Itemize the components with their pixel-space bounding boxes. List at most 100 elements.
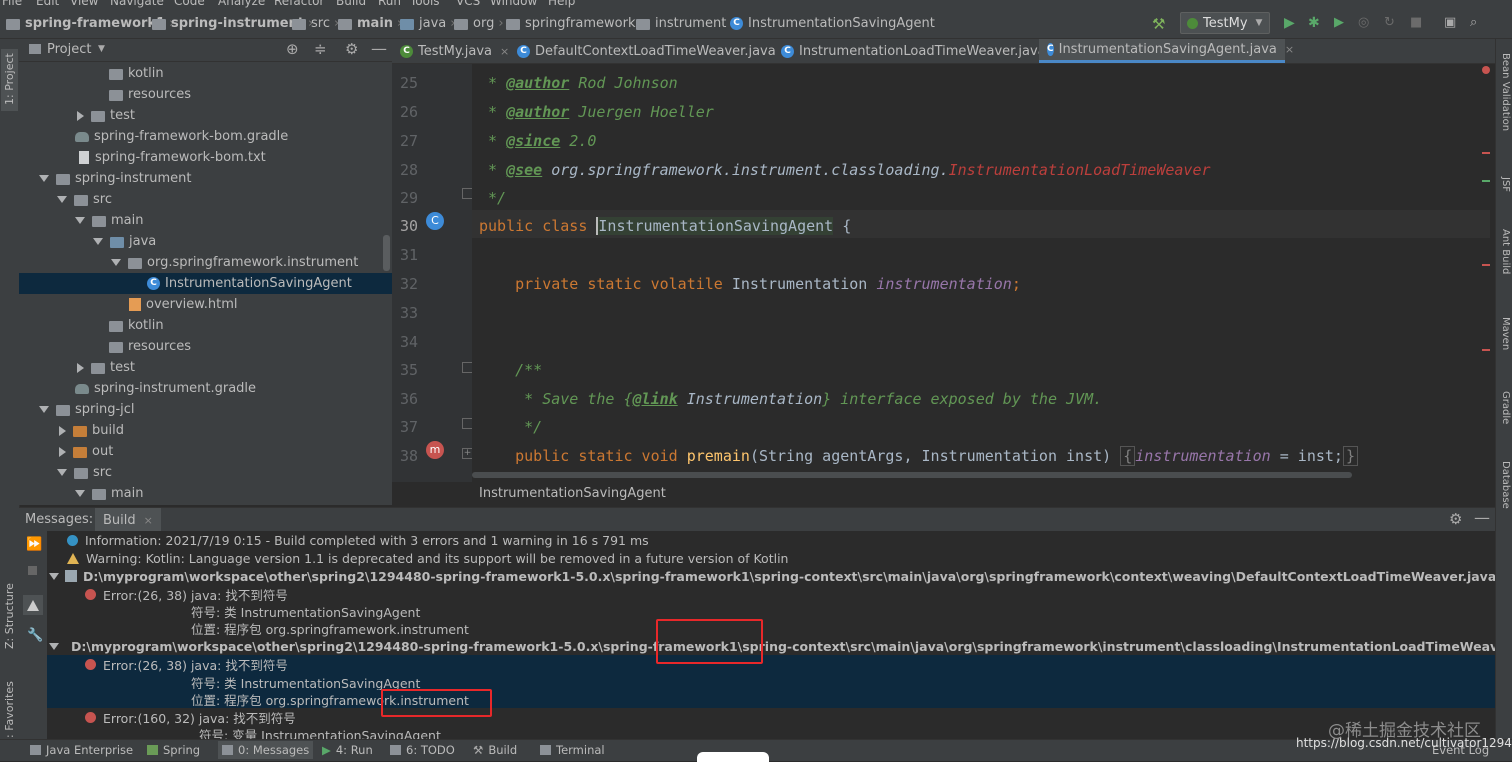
error-stripe-icon[interactable] — [1482, 66, 1490, 74]
chevron-down-icon[interactable]: ▼ — [98, 44, 105, 54]
build-hammer-icon[interactable]: ⚒ — [1152, 15, 1168, 33]
tool-run[interactable]: ▶ 4: Run — [322, 743, 373, 757]
menu-file[interactable]: File — [2, 0, 22, 8]
show-warnings-toggle[interactable] — [23, 595, 43, 615]
message-error-row[interactable]: Error:(26, 38) java: 找不到符号 — [47, 585, 1495, 603]
tree-item[interactable]: spring-instrument — [19, 168, 412, 189]
crumb-org[interactable]: org › — [454, 14, 504, 32]
expand-arrow-icon[interactable] — [77, 110, 84, 121]
collapse-arrow-icon[interactable] — [57, 196, 67, 203]
collapse-arrow-icon[interactable] — [39, 406, 49, 413]
stop-icon[interactable]: ■ — [1410, 15, 1426, 31]
locate-icon[interactable]: ⊕ — [286, 40, 299, 58]
error-stripe-mark[interactable] — [1482, 152, 1490, 154]
debug-icon[interactable]: ✱ — [1308, 15, 1324, 31]
menu-analyze[interactable]: Analyze — [218, 0, 265, 8]
tab-build[interactable]: Build × — [95, 508, 161, 532]
crumb-src[interactable]: src › — [292, 14, 339, 32]
profile-icon[interactable]: ◎ — [1358, 15, 1374, 31]
crumb-project[interactable]: spring-framework1 › — [6, 14, 174, 32]
crumb-main[interactable]: main› — [338, 14, 402, 32]
close-icon[interactable]: × — [500, 45, 509, 58]
tool-terminal[interactable]: Terminal — [540, 743, 605, 757]
gradle-tool-tab[interactable]: Gradle — [1500, 391, 1511, 424]
expand-arrow-icon[interactable] — [59, 446, 66, 457]
breadcrumb-class[interactable]: InstrumentationSavingAgent — [479, 486, 666, 501]
maven-tool-tab[interactable]: Maven — [1500, 317, 1511, 350]
error-stripe-mark[interactable] — [1482, 264, 1490, 266]
project-structure-icon[interactable]: ▣ — [1444, 15, 1460, 31]
update-icon[interactable]: ↻ — [1384, 15, 1400, 31]
collapse-arrow-icon[interactable] — [111, 259, 121, 266]
tree-item[interactable]: out — [19, 441, 430, 462]
tree-item[interactable]: test — [19, 105, 448, 126]
gear-icon[interactable]: ⚙ — [345, 40, 358, 58]
menu-tools[interactable]: Tools — [410, 0, 440, 8]
crumb-module[interactable]: spring-instrument › — [152, 14, 313, 32]
tool-todo[interactable]: 6: TODO — [390, 743, 455, 757]
collapse-arrow-icon[interactable] — [49, 642, 59, 650]
message-file-row[interactable]: D:\myprogram\workspace\other\spring2\129… — [47, 637, 1495, 655]
message-row[interactable]: Information: 2021/7/19 0:15 - Build comp… — [47, 531, 1495, 549]
project-scrollbar[interactable] — [383, 235, 390, 271]
expand-arrow-icon[interactable] — [77, 362, 84, 373]
crumb-instrument[interactable]: instrument› — [636, 14, 736, 32]
database-tool-tab[interactable]: Database — [1500, 461, 1511, 509]
tab-instrumentation-saving-agent[interactable]: C InstrumentationSavingAgent.java × — [1039, 39, 1294, 63]
tree-item[interactable]: spring-instrument.gradle — [19, 378, 448, 399]
menu-vcs[interactable]: VCS — [456, 0, 480, 8]
stop-icon[interactable] — [28, 566, 37, 575]
hide-icon[interactable]: — — [1474, 508, 1490, 527]
menu-run[interactable]: Run — [378, 0, 401, 8]
tree-item[interactable]: spring-framework-bom.gradle — [19, 126, 448, 147]
collapse-all-icon[interactable]: ≑ — [314, 40, 327, 58]
code-editor[interactable]: * @author Rod Johnson * @author Juergen … — [472, 64, 1490, 482]
hide-icon[interactable]: — — [371, 39, 387, 58]
menu-view[interactable]: View — [70, 0, 98, 8]
error-stripe-mark[interactable] — [1482, 349, 1490, 351]
tree-item[interactable]: src — [19, 189, 430, 210]
project-tool-tab[interactable]: 1: Project — [3, 53, 16, 105]
tab-testmy[interactable]: C TestMy.java × — [392, 39, 509, 63]
menu-edit[interactable]: Edit — [36, 0, 59, 8]
rerun-icon[interactable]: ⏩ — [26, 537, 42, 552]
favorites-tool-tab[interactable]: 2: Favorites — [3, 681, 16, 745]
method-gutter-icon[interactable]: m — [426, 441, 444, 459]
ant-build-tool-tab[interactable]: Ant Build — [1500, 229, 1511, 274]
menu-refactor[interactable]: Refactor — [274, 0, 324, 8]
close-icon[interactable]: × — [144, 514, 153, 527]
collapse-arrow-icon[interactable] — [39, 175, 49, 182]
menu-build[interactable]: Build — [336, 0, 366, 8]
class-gutter-icon[interactable]: C — [426, 212, 444, 230]
tree-item[interactable]: build — [19, 420, 430, 441]
crumb-springframework[interactable]: springframework› — [506, 14, 645, 32]
search-everywhere-icon[interactable]: ⌕ — [1470, 15, 1486, 31]
menu-navigate[interactable]: Navigate — [110, 0, 164, 8]
crumb-java[interactable]: java › — [400, 14, 455, 32]
tree-item[interactable]: main — [19, 210, 448, 231]
collapse-arrow-icon[interactable] — [49, 572, 59, 580]
message-error-row[interactable]: Error:(160, 32) java: 找不到符号 — [47, 708, 1495, 726]
bean-validation-tool-tab[interactable]: Bean Validation — [1500, 53, 1511, 131]
collapse-arrow-icon[interactable] — [75, 217, 85, 224]
menu-help[interactable]: Help — [548, 0, 575, 8]
message-row[interactable]: Warning: Kotlin: Language version 1.1 is… — [47, 549, 1495, 567]
tool-messages[interactable]: 0: Messages — [218, 741, 314, 759]
run-icon[interactable]: ▶ — [1284, 15, 1300, 31]
jsf-tool-tab[interactable]: JSF — [1500, 177, 1511, 192]
tool-build[interactable]: ⚒ Build — [473, 743, 517, 757]
crumb-class[interactable]: C InstrumentationSavingAgent — [730, 14, 935, 32]
structure-tool-tab[interactable]: Z: Structure — [3, 583, 16, 649]
tree-item[interactable]: spring-jcl — [19, 399, 412, 420]
collapse-arrow-icon[interactable] — [75, 490, 85, 497]
horizontal-scrollbar[interactable] — [472, 472, 1352, 478]
coverage-icon[interactable]: ▶ — [1334, 15, 1350, 31]
message-error-row-selected[interactable]: Error:(26, 38) java: 找不到符号 — [47, 655, 1495, 673]
tab-instrumentation-load-time-weaver[interactable]: CInstrumentationLoadTimeWeaver.java× — [773, 39, 1063, 63]
tree-item[interactable]: spring-framework-bom.txt — [19, 147, 450, 168]
menu-window[interactable]: Window — [490, 0, 537, 8]
menu-code[interactable]: Code — [174, 0, 205, 8]
tab-default-context-load-time-weaver[interactable]: CDefaultContextLoadTimeWeaver.java× — [509, 39, 793, 63]
tool-spring[interactable]: Spring — [147, 743, 200, 757]
gear-icon[interactable]: ⚙ — [1449, 510, 1462, 528]
